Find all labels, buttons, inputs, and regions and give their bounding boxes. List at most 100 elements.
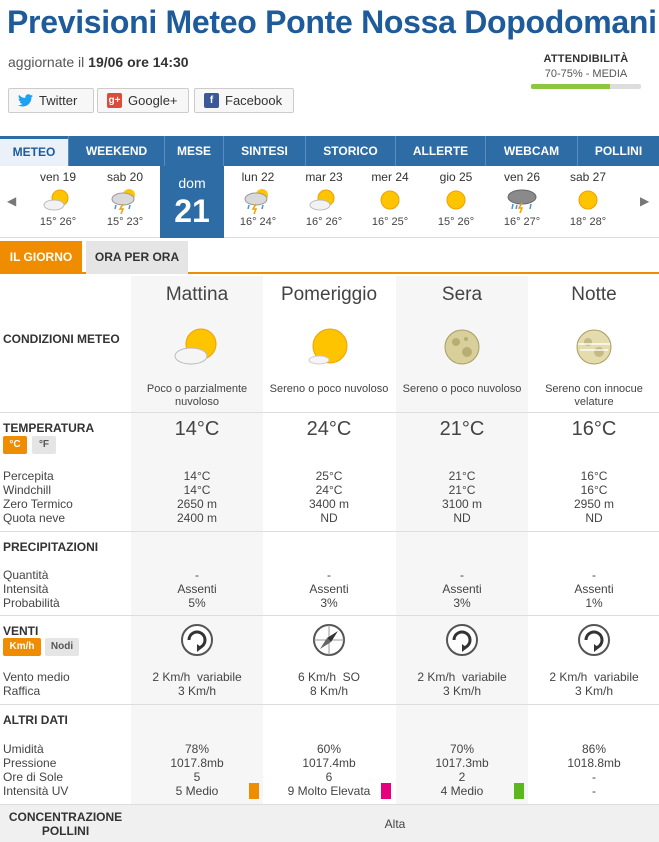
sun-cloud-icon <box>131 324 263 373</box>
storm-icon <box>226 184 290 216</box>
view-tabs: IL GIORNO ORA PER ORA <box>0 241 659 274</box>
uv-indicator <box>381 783 391 799</box>
day-item[interactable]: ven 26 16° 27° <box>490 166 554 238</box>
period-notte: Notte <box>571 284 617 305</box>
row-value: 1018.8mb <box>567 756 621 770</box>
tab-mese[interactable]: MESE <box>164 136 223 166</box>
row-value: 3 Km/h <box>574 684 613 698</box>
storm-icon <box>93 184 157 216</box>
row-value: 70% <box>449 742 475 756</box>
row-label: Intensità <box>3 582 49 596</box>
wind-variable-icon <box>131 622 263 661</box>
moon-icon <box>396 324 528 373</box>
row-label: Zero Termico <box>3 497 73 511</box>
row-value: 2 Km/h variabile <box>152 670 242 684</box>
temp-main: 24°C <box>306 418 352 440</box>
row-value: 2 Km/h variabile <box>417 670 507 684</box>
temperature-label: TEMPERATURA <box>3 421 95 435</box>
condition-desc: Sereno con innocue velature <box>545 383 643 408</box>
next-arrow-icon[interactable]: ▶ <box>640 194 649 208</box>
uv-indicator <box>249 783 259 799</box>
pollen-value: Alta <box>384 817 406 831</box>
sun-icon <box>358 184 422 216</box>
row-value: 9 Molto Elevata <box>287 784 371 798</box>
day-item[interactable]: sab 20 15° 23° <box>93 166 157 238</box>
period-pomeriggio: Pomeriggio <box>280 284 378 305</box>
section-divider <box>0 531 659 532</box>
google-plus-button[interactable]: g+ Google+ <box>97 88 189 113</box>
row-value: 3 Km/h <box>177 684 216 698</box>
row-value: 78% <box>184 742 210 756</box>
sun-cloud-icon <box>292 184 356 216</box>
row-label: Umidità <box>3 742 44 756</box>
row-label: Intensità UV <box>3 784 69 798</box>
row-value: 8 Km/h <box>309 684 348 698</box>
row-value: 86% <box>581 742 607 756</box>
row-label: Probabilità <box>3 596 60 610</box>
row-label: Pressione <box>3 756 57 770</box>
row-label: Percepita <box>3 469 54 483</box>
tab-il-giorno[interactable]: IL GIORNO <box>0 241 82 274</box>
condition-desc: Sereno o poco nuvoloso <box>269 383 389 395</box>
row-value: 1017.8mb <box>170 756 224 770</box>
row-value: 3100 m <box>441 497 483 511</box>
google-plus-label: Google+ <box>128 93 178 108</box>
tab-ora-per-ora[interactable]: ORA PER ORA <box>86 241 188 274</box>
row-label: Windchill <box>3 483 52 497</box>
prev-arrow-icon[interactable]: ◀ <box>7 194 16 208</box>
facebook-button[interactable]: f Facebook <box>194 88 294 113</box>
reliability-panel: ATTENDIBILITÀ 70-75% - MEDIA <box>531 53 641 89</box>
precip-label: PRECIPITAZIONI <box>3 540 99 554</box>
row-label: Quantità <box>3 568 49 582</box>
day-item[interactable]: mar 23 16° 26° <box>292 166 356 238</box>
day-item[interactable]: sab 27 18° 28° <box>556 166 620 238</box>
main-nav: METEO WEEKEND MESE SINTESI STORICO ALLER… <box>0 136 659 166</box>
row-value: Assenti <box>574 582 614 596</box>
tab-meteo[interactable]: METEO <box>0 136 68 166</box>
tab-weekend[interactable]: WEEKEND <box>68 136 164 166</box>
unit-celsius-button[interactable]: °C <box>3 436 27 454</box>
row-value: - <box>592 784 596 798</box>
tab-storico[interactable]: STORICO <box>305 136 395 166</box>
row-value: 4 Medio <box>440 784 484 798</box>
row-value: Assenti <box>309 582 349 596</box>
day-item[interactable]: mer 24 16° 25° <box>358 166 422 238</box>
row-value: - <box>592 770 596 784</box>
row-value: 2 Km/h variabile <box>549 670 639 684</box>
tab-webcam[interactable]: WEBCAM <box>485 136 577 166</box>
section-divider <box>0 704 659 705</box>
unit-fahrenheit-button[interactable]: °F <box>32 436 56 454</box>
unit-knots-button[interactable]: Nodi <box>45 638 79 656</box>
row-value: 24°C <box>315 483 343 497</box>
day-item[interactable]: ven 19 15° 26° <box>26 166 90 238</box>
row-value: 3% <box>320 596 338 610</box>
twitter-label: Twitter <box>39 93 78 108</box>
facebook-icon: f <box>204 93 219 108</box>
uv-indicator <box>514 783 524 799</box>
row-value: - <box>195 568 199 582</box>
row-value: 2400 m <box>176 511 218 525</box>
tab-allerte[interactable]: ALLERTE <box>395 136 485 166</box>
row-value: - <box>592 568 596 582</box>
row-value: 16°C <box>580 469 608 483</box>
sun-icon <box>424 184 488 216</box>
row-value: 6 <box>325 770 333 784</box>
day-item[interactable]: gio 25 15° 26° <box>424 166 488 238</box>
sun-cloud-icon <box>26 184 90 216</box>
day-item-selected[interactable]: dom 21 <box>160 166 224 238</box>
row-value: 3 Km/h <box>442 684 481 698</box>
tab-pollini[interactable]: POLLINI <box>577 136 659 166</box>
page-title: Previsioni Meteo Ponte Nossa Dopodomani <box>7 4 657 40</box>
row-label: Raffica <box>3 684 41 698</box>
tab-sintesi[interactable]: SINTESI <box>223 136 305 166</box>
pollen-row: CONCENTRAZIONE POLLINI Alta <box>0 804 659 842</box>
row-value: 3% <box>453 596 471 610</box>
day-item[interactable]: lun 22 16° 24° <box>226 166 290 238</box>
row-value: 5% <box>188 596 206 610</box>
twitter-button[interactable]: Twitter <box>8 88 94 113</box>
reliability-value: 70-75% - MEDIA <box>544 68 628 80</box>
conditions-label: CONDIZIONI METEO <box>3 332 120 346</box>
sun-cloud-icon <box>263 324 395 373</box>
unit-kmh-button[interactable]: Km/h <box>3 638 41 656</box>
temp-main: 14°C <box>174 418 220 440</box>
